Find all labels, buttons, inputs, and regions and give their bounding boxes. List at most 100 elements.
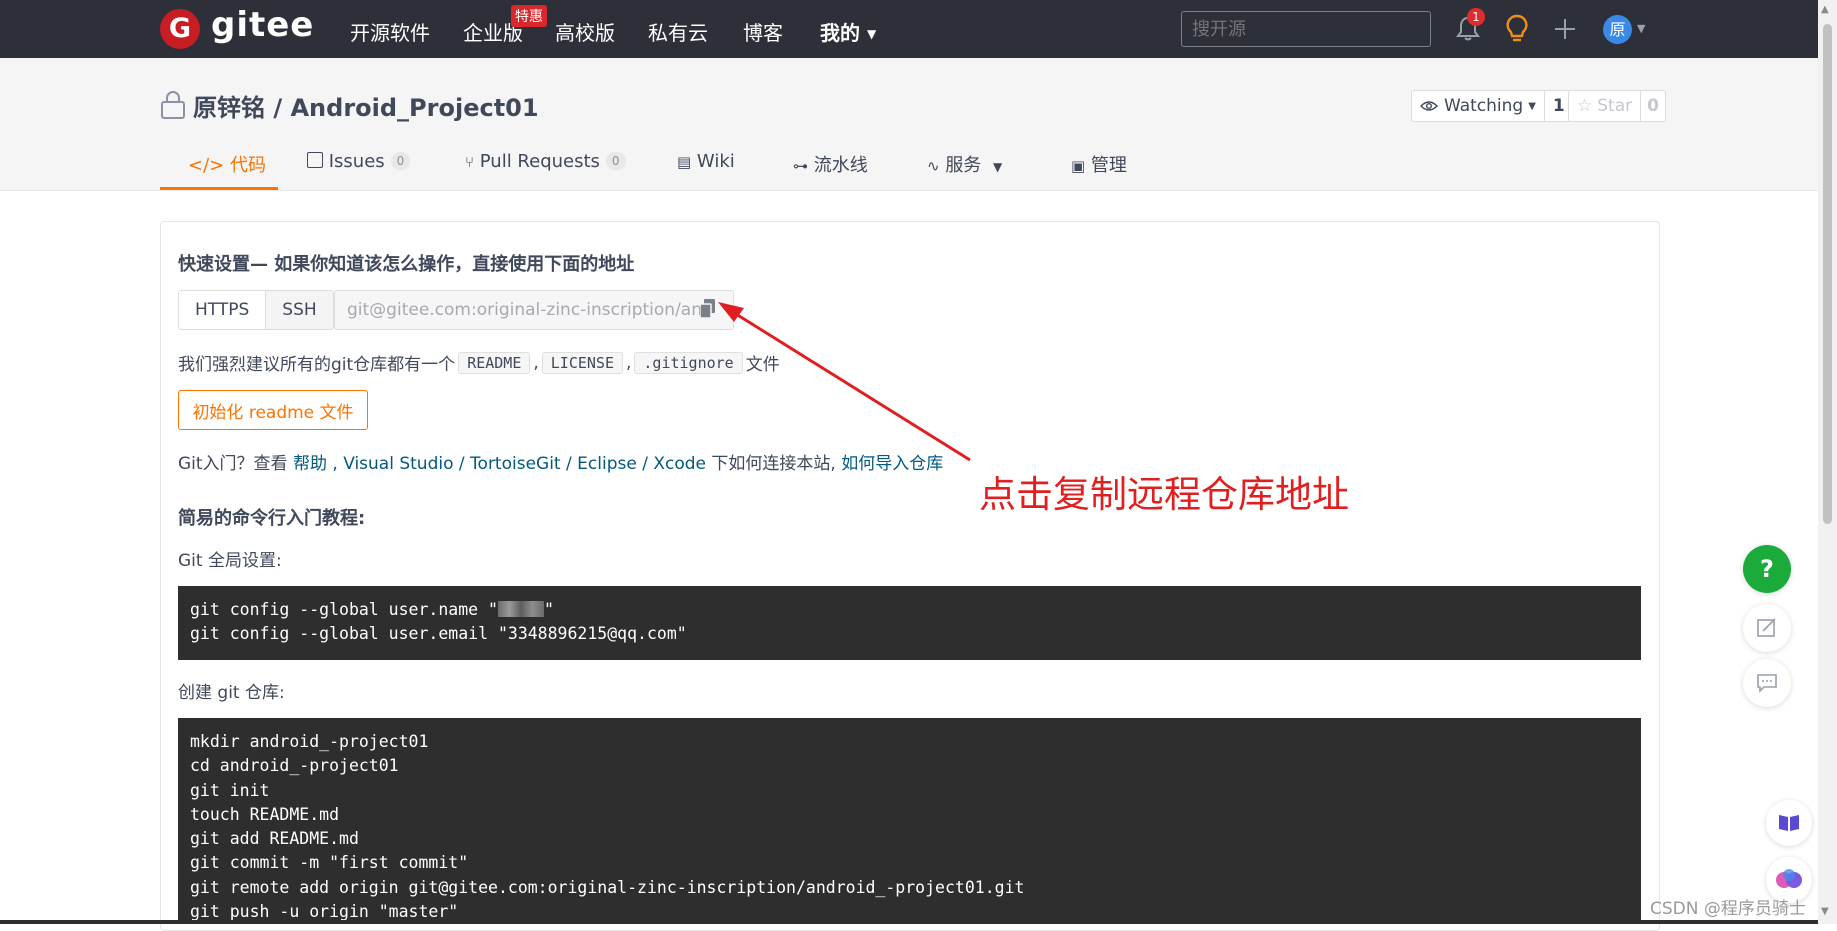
code-line: git push -u origin "master" [190, 902, 459, 922]
code-line: git config --global user.email "33488962… [190, 624, 687, 644]
tab-manage-label: 管理 [1090, 155, 1127, 176]
init-readme-button[interactable]: 初始化 readme 文件 [178, 390, 368, 430]
link-tortoisegit[interactable]: TortoiseGit [470, 454, 561, 474]
star-count[interactable]: 0 [1641, 91, 1665, 121]
recommend-sep-1: , [533, 352, 539, 373]
repo-url-field[interactable]: git@gitee.com:original-zinc-inscription/… [334, 290, 734, 330]
watch-button[interactable]: Watching ▼ [1412, 91, 1545, 121]
annotation-text: 点击复制远程仓库地址 [979, 473, 1349, 516]
csdn-watermark: CSDN @程序员骑士 [1650, 899, 1806, 919]
repo-name[interactable]: Android_Project01 [290, 94, 538, 122]
chat-icon [1757, 674, 1777, 693]
tab-manage[interactable]: ▣ 管理 [1071, 151, 1127, 177]
feedback-button[interactable] [1743, 604, 1791, 652]
bottom-edge [0, 920, 1818, 924]
tab-pipeline-label: 流水线 [813, 155, 868, 176]
recommend-prefix: 我们强烈建议所有的git仓库都有一个 [178, 355, 456, 375]
repo-url-text: git@gitee.com:original-zinc-inscription/… [347, 300, 713, 320]
quick-setup-title: 快速设置— 如果你知道该怎么操作，直接使用下面的地址 [178, 254, 635, 275]
protocol-switch: HTTPS SSH [178, 290, 334, 330]
watch-label: Watching [1444, 96, 1524, 116]
tab-code[interactable]: </> 代码 [188, 151, 266, 177]
code-line: git remote add origin git@gitee.com:orig… [190, 877, 1025, 897]
tab-issues-label: Issues [328, 151, 385, 172]
issues-count: 0 [390, 152, 411, 170]
global-settings-label: Git 全局设置: [178, 551, 282, 571]
tab-pull-requests-label: Pull Requests [479, 151, 600, 172]
link-xcode[interactable]: Xcode [653, 454, 706, 474]
chat-button[interactable] [1743, 659, 1791, 707]
star-button[interactable]: ☆ Star [1569, 91, 1642, 121]
pipeline-icon: ⊶ [793, 157, 808, 175]
tab-wiki[interactable]: ▤ Wiki [677, 151, 735, 172]
edit-icon [1757, 618, 1776, 637]
help-button[interactable]: ? [1743, 545, 1791, 593]
tab-issues[interactable]: Issues 0 [307, 151, 411, 172]
nav-blog[interactable]: 博客 [743, 17, 783, 46]
code-line: mkdir android_-project01 [190, 732, 429, 751]
notification-count-badge: 1 [1467, 8, 1485, 26]
protocol-https-button[interactable]: HTTPS [179, 291, 267, 329]
service-caret-icon: ▼ [993, 160, 1003, 174]
protocol-ssh-button[interactable]: SSH [266, 291, 333, 329]
recommend-sep-2: , [626, 352, 632, 373]
command-tutorial-title: 简易的命令行入门教程: [178, 508, 366, 529]
tab-service[interactable]: ∿ 服务 ▼ [927, 151, 1002, 177]
plus-icon[interactable] [1554, 18, 1576, 40]
annotation-arrow-icon [718, 302, 971, 462]
file-tag-readme: README [458, 351, 531, 374]
code-line: touch README.md [190, 804, 340, 824]
star-label: Star [1597, 96, 1633, 116]
lock-icon [161, 91, 185, 119]
redacted-name [497, 601, 544, 617]
repo-title: 原锌铭 / Android_Project01 [193, 88, 539, 123]
code-line: git add README.md [190, 829, 359, 849]
repo-header [0, 58, 1818, 191]
star-button-group: ☆ Star 0 [1568, 90, 1666, 122]
scrollbar-thumb[interactable] [1823, 24, 1832, 524]
scroll-down-icon[interactable]: ▼ [1821, 906, 1829, 917]
pull-request-icon: ⑂ [465, 153, 475, 171]
star-icon: ☆ [1577, 96, 1593, 116]
code-line: git commit -m "first commit" [190, 853, 469, 873]
pull-requests-count: 0 [605, 152, 626, 170]
watch-caret-icon: ▼ [1528, 100, 1536, 112]
link-visual-studio[interactable]: Visual Studio [343, 454, 453, 474]
search-input[interactable] [1181, 11, 1431, 47]
code-icon: </> [188, 155, 225, 176]
create-repo-label: 创建 git 仓库: [178, 683, 285, 703]
eye-icon [1420, 101, 1438, 111]
tab-pull-requests[interactable]: ⑂ Pull Requests 0 [465, 151, 626, 172]
watch-button-group: Watching ▼ 1 [1411, 90, 1574, 122]
nav-mine-label: 我的 [820, 21, 860, 45]
nav-mine[interactable]: 我的 ▼ [820, 17, 876, 46]
reader-button[interactable] [1766, 800, 1812, 846]
special-offer-badge: 特惠 [511, 5, 547, 27]
nav-education[interactable]: 高校版 [555, 17, 615, 46]
intro-prefix: Git入门？查看 [178, 454, 288, 474]
code-line: " [543, 600, 554, 619]
tab-code-label: 代码 [229, 155, 266, 176]
nav-private-cloud[interactable]: 私有云 [648, 17, 708, 46]
global-config-codeblock: git config --global user.name " " git con… [178, 586, 1641, 660]
code-line: git config --global user.name " [190, 600, 498, 619]
lightbulb-icon[interactable] [1505, 14, 1529, 44]
avatar[interactable]: 原 [1603, 15, 1632, 44]
wiki-icon: ▤ [677, 153, 692, 171]
tab-pipeline[interactable]: ⊶ 流水线 [793, 151, 868, 177]
repo-owner[interactable]: 原锌铭 [193, 94, 265, 122]
brand-name[interactable]: gitee [211, 5, 314, 45]
gitee-logo-icon[interactable]: G [160, 9, 200, 49]
code-line: cd android_-project01 [190, 756, 399, 776]
service-icon: ∿ [927, 157, 940, 175]
link-eclipse[interactable]: Eclipse [577, 454, 637, 474]
create-repo-codeblock: mkdir android_-project01 cd android_-pro… [178, 718, 1641, 924]
scroll-up-icon[interactable]: ▲ [1821, 4, 1829, 15]
manage-icon: ▣ [1071, 157, 1086, 175]
nav-open-source[interactable]: 开源软件 [350, 17, 430, 46]
avatar-caret-icon[interactable]: ▼ [1637, 22, 1645, 35]
link-help[interactable]: 帮助 [293, 454, 327, 474]
repo-separator: / [265, 94, 291, 122]
caret-down-icon: ▼ [866, 27, 877, 41]
book-icon [1779, 815, 1799, 831]
